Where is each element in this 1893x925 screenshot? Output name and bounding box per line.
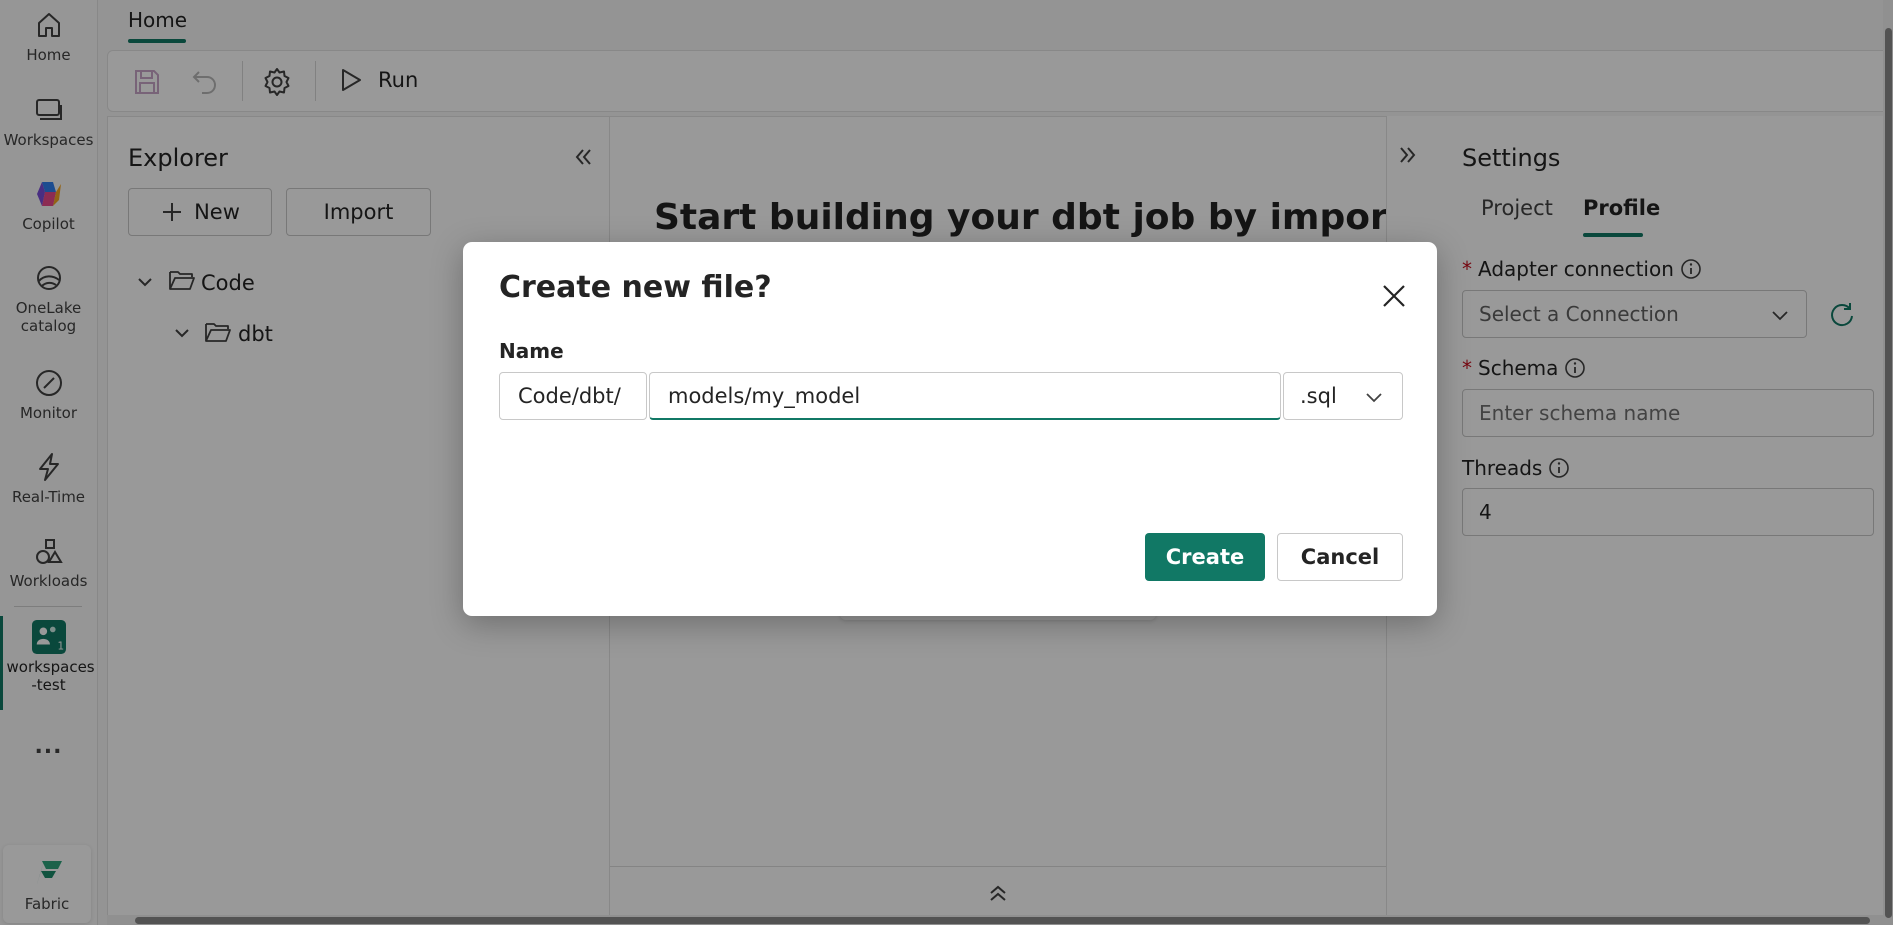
name-label: Name bbox=[499, 339, 564, 363]
create-file-dialog: Create new file? Name Code/dbt/ .sql Cre… bbox=[463, 242, 1437, 616]
path-prefix: Code/dbt/ bbox=[499, 372, 647, 420]
extension-value: .sql bbox=[1300, 384, 1337, 408]
extension-select[interactable]: .sql bbox=[1283, 372, 1403, 420]
dialog-title: Create new file? bbox=[499, 270, 772, 305]
file-name-input[interactable] bbox=[649, 372, 1281, 420]
create-button[interactable]: Create bbox=[1145, 533, 1265, 581]
chevron-down-icon bbox=[1364, 387, 1384, 407]
cancel-button[interactable]: Cancel bbox=[1277, 533, 1403, 581]
close-icon[interactable] bbox=[1376, 278, 1412, 314]
